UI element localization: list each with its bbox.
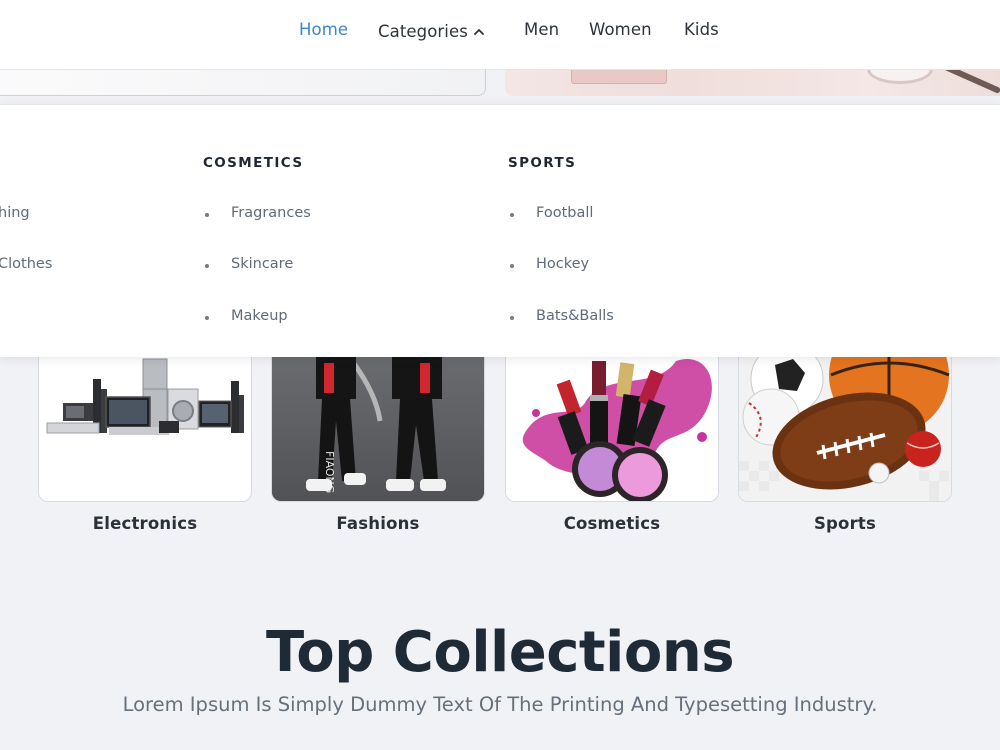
top-collections-subtitle: Lorem Ipsum Is Simply Dummy Text Of The … bbox=[122, 693, 878, 716]
nav-link-home[interactable]: Home bbox=[299, 20, 348, 39]
menu-item-clothes[interactable]: Clothes bbox=[0, 256, 52, 272]
bullet-icon bbox=[510, 213, 514, 217]
electronics-image bbox=[39, 341, 251, 501]
menu-item-clothing[interactable]: hing bbox=[0, 205, 30, 221]
cosmetics-image bbox=[506, 341, 718, 501]
nav-link-women[interactable]: Women bbox=[589, 20, 652, 39]
menu-item-bats-balls[interactable]: Bats&Balls bbox=[536, 308, 614, 324]
nav-link-categories-label: Categories bbox=[378, 22, 468, 41]
category-label-fashions[interactable]: Fashions bbox=[271, 514, 485, 533]
nav-link-kids[interactable]: Kids bbox=[684, 20, 719, 39]
menu-item-skincare[interactable]: Skincare bbox=[231, 256, 293, 272]
main-navbar: Home Categories Men Women Kids bbox=[0, 0, 1000, 70]
menu-item-makeup[interactable]: Makeup bbox=[231, 308, 288, 324]
category-label-sports[interactable]: Sports bbox=[738, 514, 952, 533]
bullet-icon bbox=[510, 316, 514, 320]
category-card-sports[interactable] bbox=[738, 340, 952, 502]
categories-mega-menu: hing Clothes COSMETICS Fragrances Skinca… bbox=[0, 104, 1000, 357]
menu-item-football[interactable]: Football bbox=[536, 205, 593, 221]
bullet-icon bbox=[205, 213, 209, 217]
menu-item-hockey[interactable]: Hockey bbox=[536, 256, 589, 272]
bullet-icon bbox=[205, 316, 209, 320]
chevron-up-icon bbox=[474, 20, 484, 39]
menu-item-fragrances[interactable]: Fragrances bbox=[231, 205, 311, 221]
category-card-electronics[interactable] bbox=[38, 340, 252, 502]
bullet-icon bbox=[205, 264, 209, 268]
category-card-cosmetics[interactable] bbox=[505, 340, 719, 502]
nav-link-categories[interactable]: Categories bbox=[378, 20, 484, 41]
menu-heading-sports: SPORTS bbox=[508, 155, 577, 171]
fashion-image: FIAONG bbox=[272, 341, 484, 501]
category-label-electronics[interactable]: Electronics bbox=[38, 514, 252, 533]
menu-heading-cosmetics: COSMETICS bbox=[203, 155, 304, 171]
sports-balls-image bbox=[739, 341, 951, 501]
bullet-icon bbox=[510, 264, 514, 268]
nav-link-men[interactable]: Men bbox=[524, 20, 559, 39]
top-collections-title: Top Collections bbox=[265, 620, 735, 685]
category-card-fashions[interactable]: FIAONG bbox=[271, 340, 485, 502]
category-label-cosmetics[interactable]: Cosmetics bbox=[505, 514, 719, 533]
